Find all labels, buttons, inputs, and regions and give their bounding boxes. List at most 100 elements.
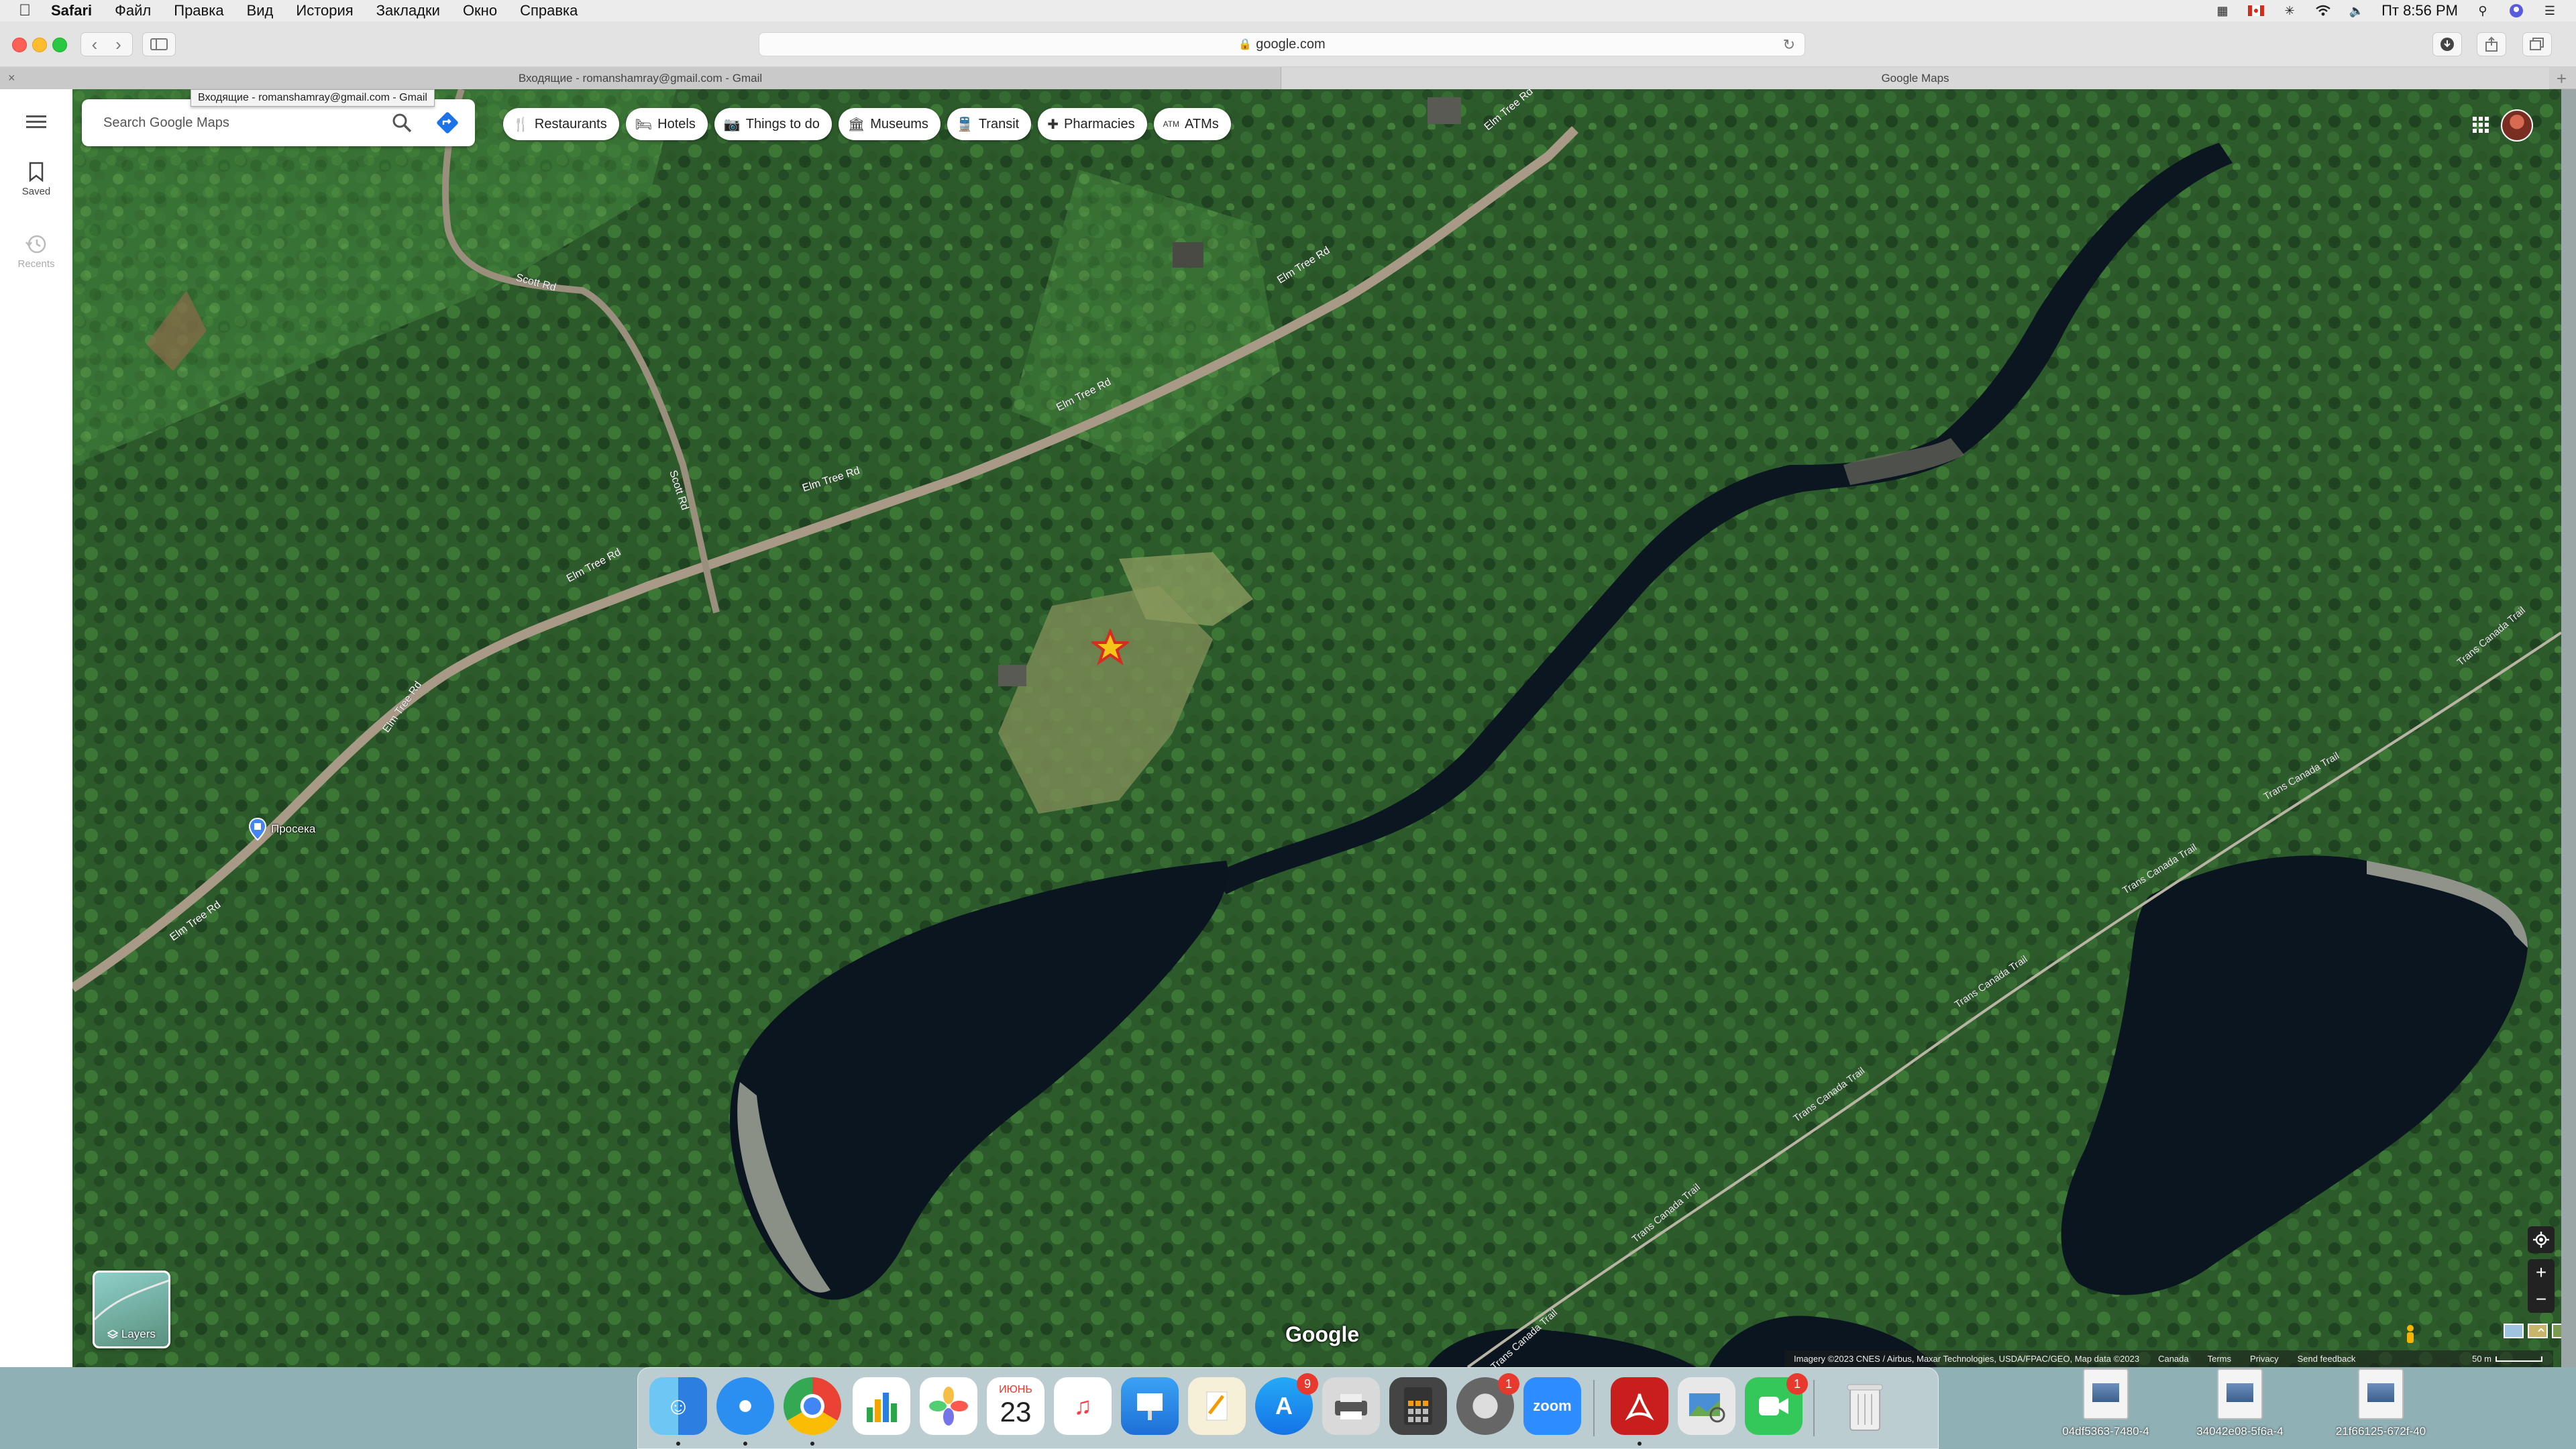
preview-icon[interactable] xyxy=(1678,1377,1735,1435)
layers-icon xyxy=(107,1330,119,1339)
tab-tooltip: Входящие - romanshamray@gmail.com - Gmai… xyxy=(191,89,435,107)
layers-button[interactable]: Layers xyxy=(93,1271,170,1348)
acrobat-icon[interactable] xyxy=(1611,1377,1668,1435)
sidebar-item-saved[interactable]: Saved xyxy=(0,162,72,197)
close-tab-icon[interactable]: × xyxy=(8,71,15,85)
chip-pharmacies[interactable]: ✚ Pharmacies xyxy=(1038,108,1147,140)
address-bar[interactable]: 🔒 google.com ↻ xyxy=(759,32,1805,56)
trash-icon[interactable] xyxy=(1836,1377,1894,1435)
desktop-file[interactable]: 04df5363-7480-4 xyxy=(2042,1368,2169,1438)
sidebar-toggle-button[interactable] xyxy=(142,32,176,56)
safari-icon[interactable] xyxy=(716,1377,774,1435)
keynote-icon[interactable] xyxy=(1121,1377,1179,1435)
window-zoom-button[interactable] xyxy=(52,38,67,52)
user-account-icon[interactable] xyxy=(2508,3,2525,18)
zoom-out-button[interactable]: − xyxy=(2528,1286,2555,1313)
volume-icon[interactable]: 🔈 xyxy=(2348,3,2365,18)
window-close-button[interactable] xyxy=(12,38,27,52)
menu-view[interactable]: Вид xyxy=(247,2,274,19)
tab-google-maps[interactable]: Google Maps xyxy=(1281,67,2549,89)
chip-hotels[interactable]: 🛏 Hotels xyxy=(625,108,708,140)
menu-history[interactable]: История xyxy=(296,2,353,19)
tab-overview-button[interactable] xyxy=(2522,32,2552,56)
chip-transit[interactable]: 🚆 Transit xyxy=(947,108,1032,140)
facetime-icon[interactable]: 1 xyxy=(1745,1373,1808,1435)
pegman-button[interactable] xyxy=(2399,1321,2422,1348)
chrome-icon[interactable] xyxy=(784,1377,841,1435)
directions-button[interactable] xyxy=(435,110,460,136)
new-tab-button[interactable]: + xyxy=(2557,68,2567,89)
zoom-in-button[interactable]: + xyxy=(2528,1259,2555,1286)
satellite-imagery[interactable]: Elm Tree Rd Elm Tree Rd Elm Tree Rd Elm … xyxy=(72,89,2561,1367)
footer-terms-link[interactable]: Terms xyxy=(2208,1354,2231,1364)
spotlight-search-icon[interactable]: ⚲ xyxy=(2474,3,2491,18)
desktop-file-name: 04df5363-7480-4 xyxy=(2062,1425,2149,1438)
scale-bar[interactable]: 50 m xyxy=(2472,1354,2542,1364)
reload-icon[interactable]: ↻ xyxy=(1783,36,1795,54)
menu-button[interactable] xyxy=(0,115,72,129)
avatar[interactable] xyxy=(2501,109,2533,142)
minus-icon: − xyxy=(2535,1289,2547,1309)
menu-window[interactable]: Окно xyxy=(463,2,497,19)
running-indicator xyxy=(1638,1442,1642,1446)
menu-app-name[interactable]: Safari xyxy=(51,2,92,19)
zoom-app-icon[interactable]: zoom xyxy=(1523,1377,1581,1435)
menu-help[interactable]: Справка xyxy=(520,2,578,19)
place-label: Просека xyxy=(271,822,316,835)
desktop-file[interactable]: 21f66125-672f-40 xyxy=(2317,1368,2445,1438)
map-canvas[interactable]: Elm Tree Rd Elm Tree Rd Elm Tree Rd Elm … xyxy=(72,89,2561,1367)
chip-restaurants[interactable]: 🍴 Restaurants xyxy=(503,108,619,140)
bluetooth-icon[interactable]: ✳ xyxy=(2281,3,2298,18)
image-file-icon xyxy=(2358,1368,2404,1419)
chip-things-to-do[interactable]: 📷 Things to do xyxy=(714,108,832,140)
chip-atms[interactable]: ATM ATMs xyxy=(1153,108,1231,140)
share-button[interactable] xyxy=(2477,32,2506,56)
google-apps-button[interactable] xyxy=(2467,111,2494,138)
imagery-thumb[interactable] xyxy=(2504,1324,2524,1338)
starred-place-star-icon[interactable] xyxy=(1091,629,1129,666)
layers-label: Layers xyxy=(95,1328,168,1341)
numbers-icon[interactable] xyxy=(853,1377,910,1435)
photos-icon[interactable] xyxy=(920,1377,977,1435)
desktop-file[interactable]: 34042e08-5f6a-4 xyxy=(2176,1368,2304,1438)
printer-icon[interactable] xyxy=(1322,1377,1380,1435)
search-button[interactable] xyxy=(390,111,413,134)
finder-icon[interactable]: ☺ xyxy=(649,1377,707,1435)
music-icon[interactable]: ♫ xyxy=(1054,1377,1112,1435)
footer-privacy-link[interactable]: Privacy xyxy=(2250,1354,2279,1364)
send-feedback-link[interactable]: Send feedback xyxy=(2298,1354,2356,1364)
layers-text: Layers xyxy=(121,1328,156,1340)
forward-button[interactable]: › xyxy=(105,32,133,56)
menu-file[interactable]: Файл xyxy=(115,2,151,19)
place-marker[interactable]: Просека xyxy=(248,818,315,841)
search-input[interactable] xyxy=(103,111,372,134)
control-center-icon[interactable]: ☰ xyxy=(2541,3,2559,18)
chip-label: Museums xyxy=(870,116,928,131)
menubar-clock[interactable]: Пт 8:56 PM xyxy=(2381,2,2458,19)
dock-separator xyxy=(1813,1380,1815,1436)
chip-label: Pharmacies xyxy=(1063,116,1135,131)
tab-gmail[interactable]: × Входящие - romanshamray@gmail.com - Gm… xyxy=(0,67,1281,89)
apple-menu-icon[interactable]:  xyxy=(19,1,31,20)
pages-icon[interactable] xyxy=(1188,1377,1246,1435)
downloads-button[interactable] xyxy=(2432,32,2462,56)
calendar-icon[interactable]: ИЮНЬ 23 xyxy=(987,1377,1044,1435)
document-status-icon[interactable]: ▦ xyxy=(2214,3,2231,18)
calculator-icon[interactable] xyxy=(1389,1377,1447,1435)
app-store-icon[interactable]: A 9 xyxy=(1255,1373,1318,1435)
footer-country[interactable]: Canada xyxy=(2158,1354,2189,1364)
wifi-icon[interactable] xyxy=(2314,3,2332,18)
sidebar-item-recents[interactable]: Recents xyxy=(0,234,72,270)
chip-label: Hotels xyxy=(657,116,696,131)
my-location-button[interactable] xyxy=(2528,1226,2555,1253)
chip-museums[interactable]: 🏛 Museums xyxy=(838,108,941,140)
system-preferences-icon[interactable]: 1 xyxy=(1456,1373,1519,1435)
expand-imagery-button[interactable]: ⌃ xyxy=(2528,1321,2555,1348)
address-text: google.com xyxy=(1256,36,1326,52)
menu-bookmarks[interactable]: Закладки xyxy=(376,2,440,19)
plus-icon: + xyxy=(2535,1262,2547,1283)
canada-flag-icon[interactable] xyxy=(2247,3,2265,18)
window-minimize-button[interactable] xyxy=(32,38,47,52)
image-file-icon xyxy=(2217,1368,2263,1419)
menu-edit[interactable]: Правка xyxy=(174,2,223,19)
